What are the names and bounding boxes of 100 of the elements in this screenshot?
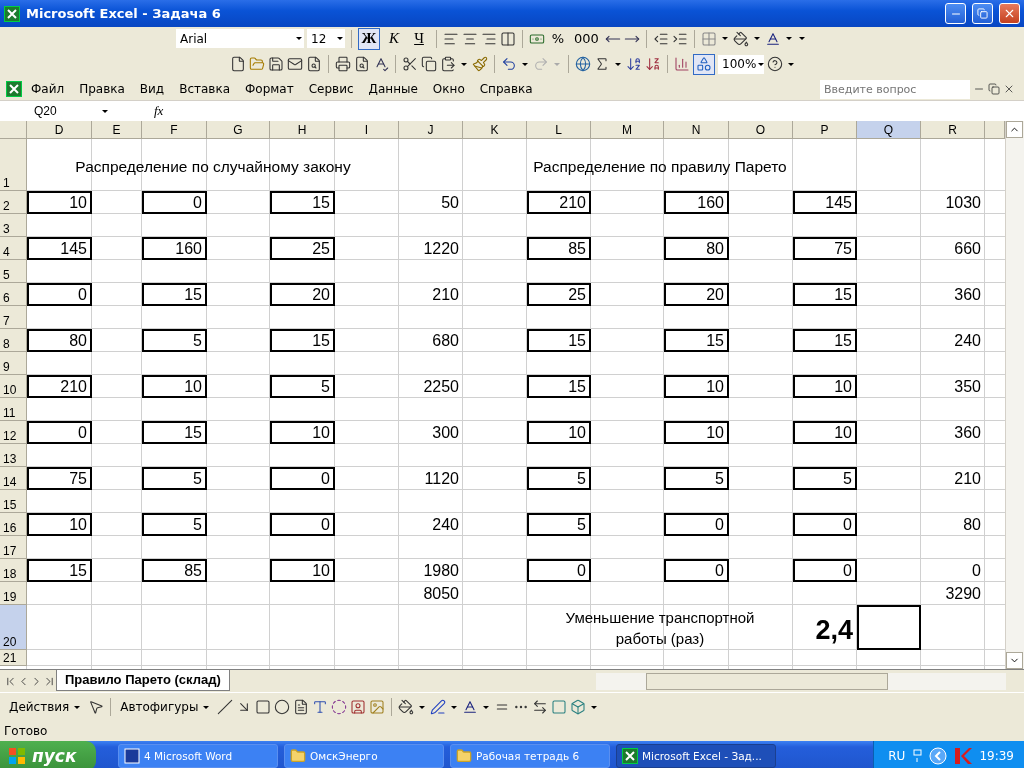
taskbar-button[interactable]: Microsoft Excel - Зад... (616, 744, 776, 768)
copy-icon[interactable] (421, 56, 437, 72)
help-icon[interactable] (767, 56, 783, 72)
font-color-icon[interactable] (462, 699, 479, 715)
active-cell[interactable] (857, 605, 921, 650)
save-icon[interactable] (268, 56, 284, 72)
row-header[interactable]: 17 (0, 536, 27, 559)
thousands-button[interactable]: 000 (571, 28, 602, 49)
restore-icon[interactable] (988, 83, 1000, 95)
3d-icon[interactable] (570, 699, 587, 715)
caret-icon[interactable] (788, 62, 794, 66)
sheet-tab[interactable]: Правило Парето (склад) (56, 669, 230, 691)
zoom-field[interactable]: 100% (718, 54, 764, 74)
clipart-icon[interactable] (350, 699, 367, 715)
column-header[interactable]: K (463, 121, 527, 139)
column-header[interactable]: D (27, 121, 92, 139)
spellcheck-icon[interactable] (373, 56, 389, 72)
column-header[interactable]: L (527, 121, 591, 139)
row-header[interactable]: 3 (0, 214, 27, 237)
row-header[interactable]: 10 (0, 375, 27, 398)
row-header[interactable]: 14 (0, 467, 27, 490)
caret-icon[interactable] (419, 705, 426, 709)
restore-button[interactable] (972, 3, 993, 24)
column-header[interactable]: E (92, 121, 142, 139)
row-header[interactable]: 15 (0, 490, 27, 513)
underline-button[interactable]: Ч (408, 27, 430, 50)
paste-icon[interactable] (440, 56, 456, 72)
column-header[interactable]: H (270, 121, 335, 139)
function-label[interactable]: fx (154, 103, 164, 119)
menu-item[interactable]: Файл (25, 82, 71, 96)
undo-icon[interactable] (501, 56, 517, 72)
menu-item[interactable]: Формат (239, 82, 300, 96)
help-search-field[interactable]: Введите вопрос (820, 79, 970, 99)
text-box-icon[interactable] (293, 699, 310, 715)
vertical-scrollbar[interactable] (1005, 121, 1024, 669)
scroll-thumb[interactable] (646, 672, 888, 690)
horizontal-scrollbar[interactable] (596, 672, 1006, 690)
printer-icon[interactable] (335, 56, 351, 72)
restore-icon[interactable] (977, 8, 988, 19)
column-header[interactable]: J (399, 121, 463, 139)
menu-item[interactable]: Сервис (302, 82, 360, 96)
arrow-circle-icon[interactable] (929, 747, 948, 765)
caret-icon[interactable] (615, 62, 621, 66)
menu-item[interactable]: Вставка (173, 82, 236, 96)
row-header[interactable]: 13 (0, 444, 27, 467)
row-header[interactable]: 4 (0, 237, 27, 260)
wordart-icon[interactable] (312, 699, 329, 715)
caret-icon[interactable] (522, 62, 528, 66)
row-header[interactable]: 5 (0, 260, 27, 283)
paint-bucket-icon[interactable] (732, 30, 749, 47)
search-document-icon[interactable] (306, 56, 322, 72)
sigma-icon[interactable] (594, 56, 610, 72)
new-file-icon[interactable] (230, 56, 246, 72)
row-header[interactable]: 8 (0, 329, 27, 352)
menu-item[interactable]: Справка (473, 82, 539, 96)
italic-button[interactable]: К (383, 27, 405, 50)
arrow-style-icon[interactable] (532, 699, 549, 715)
row-header[interactable]: 19 (0, 582, 27, 605)
column-header[interactable]: N (664, 121, 729, 139)
column-header[interactable]: I (335, 121, 399, 139)
chart-icon[interactable] (674, 56, 690, 72)
column-header[interactable]: M (591, 121, 664, 139)
row-header[interactable]: 11 (0, 398, 27, 421)
column-header[interactable]: G (207, 121, 270, 139)
line-icon[interactable] (217, 699, 234, 715)
close-icon[interactable] (1003, 83, 1015, 95)
pointer-icon[interactable] (88, 699, 105, 715)
column-header[interactable]: Q (857, 121, 921, 139)
scissors-icon[interactable] (402, 56, 418, 72)
row-header[interactable]: 16 (0, 513, 27, 536)
print-preview-icon[interactable] (354, 56, 370, 72)
caret-icon[interactable] (753, 37, 760, 40)
caret-icon[interactable] (591, 705, 598, 709)
row-header[interactable]: 20 (0, 605, 27, 650)
row-header[interactable]: 9 (0, 352, 27, 375)
mail-icon[interactable] (287, 56, 303, 72)
row-header[interactable]: 2 (0, 191, 27, 214)
sort-descending-icon[interactable] (645, 56, 661, 72)
menu-item[interactable]: Окно (426, 82, 471, 96)
column-header[interactable]: R (921, 121, 985, 139)
sort-ascending-icon[interactable] (626, 56, 642, 72)
percent-button[interactable]: % (548, 28, 568, 49)
column-header[interactable]: F (142, 121, 207, 139)
row-header[interactable]: 1 (0, 139, 27, 191)
fill-color-icon[interactable] (398, 699, 415, 715)
ellipse-icon[interactable] (274, 699, 291, 715)
picture-icon[interactable] (369, 699, 386, 715)
diagram-icon[interactable] (331, 699, 348, 715)
column-header[interactable]: O (729, 121, 793, 139)
caret-icon[interactable] (721, 37, 728, 40)
row-header[interactable]: 21 (0, 650, 27, 666)
menu-item[interactable]: Вид (133, 82, 171, 96)
bold-button[interactable]: Ж (358, 27, 380, 50)
font-size-field[interactable]: 12 (307, 29, 345, 48)
row-header[interactable]: 6 (0, 283, 27, 306)
row-header[interactable]: 12 (0, 421, 27, 444)
column-header[interactable]: P (793, 121, 857, 139)
caret-icon[interactable] (451, 705, 458, 709)
caret-icon[interactable] (461, 62, 467, 66)
taskbar-button[interactable]: ОмскЭнерго (284, 744, 444, 768)
